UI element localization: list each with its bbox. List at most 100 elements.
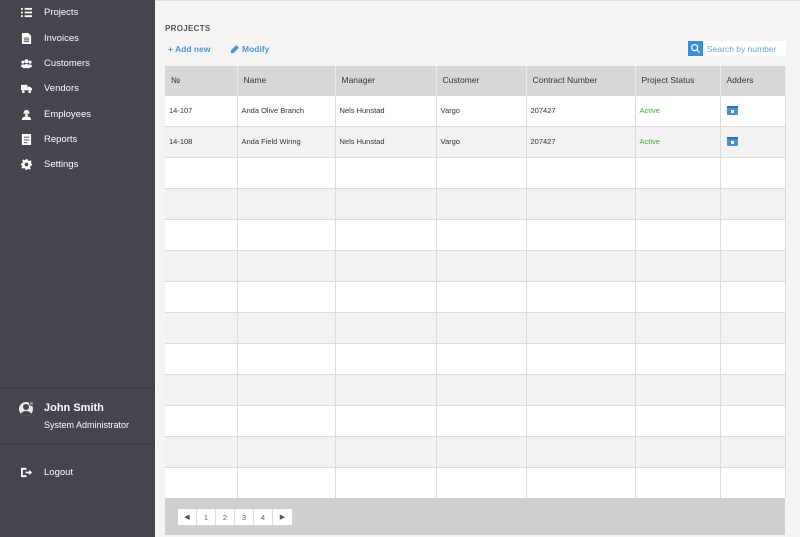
online-status-icon (29, 401, 34, 406)
empty-cell (526, 187, 636, 219)
page-button[interactable]: 1 (197, 509, 216, 525)
empty-cell (635, 373, 721, 405)
empty-cell (635, 187, 721, 219)
empty-cell (237, 373, 336, 405)
empty-cell (335, 156, 437, 188)
sidebar: Projects Invoices Customers Vendors Empl… (0, 0, 155, 537)
sidebar-item-label: Vendors (44, 83, 79, 94)
empty-cell (165, 280, 238, 312)
empty-cell (237, 249, 336, 281)
sidebar-item-label: Invoices (44, 33, 79, 44)
empty-cell (720, 187, 786, 219)
search-input[interactable] (703, 41, 786, 56)
empty-cell (526, 466, 636, 498)
table-row-empty (165, 311, 786, 343)
next-page-button[interactable]: ▶ (273, 509, 292, 525)
column-header-name[interactable]: Name (237, 66, 336, 95)
empty-cell (635, 311, 721, 343)
empty-cell (635, 280, 721, 312)
column-header-contract-number[interactable]: Contract Number (526, 66, 636, 95)
logout-label: Logout (44, 467, 74, 478)
sidebar-item-vendors[interactable]: Vendors (0, 76, 155, 101)
user-name: John Smith (44, 402, 104, 414)
empty-cell (436, 373, 527, 405)
empty-cell (436, 218, 527, 250)
empty-cell (335, 373, 437, 405)
empty-cell (526, 156, 636, 188)
worker-icon (20, 109, 32, 121)
search-icon[interactable] (688, 41, 703, 56)
sidebar-item-projects[interactable]: Projects (0, 0, 155, 25)
list-icon (20, 7, 32, 19)
empty-cell (526, 435, 636, 467)
user-profile[interactable]: John Smith System Administrator (0, 387, 155, 445)
sidebar-item-employees[interactable]: Employees (0, 102, 155, 127)
cell-status: Active (635, 94, 721, 126)
empty-cell (526, 373, 636, 405)
adders-icon[interactable] (726, 106, 738, 116)
prev-page-button[interactable]: ◀ (178, 509, 197, 525)
adders-icon[interactable] (726, 137, 738, 147)
column-header-number[interactable]: № (165, 66, 238, 95)
empty-cell (237, 404, 336, 436)
sidebar-item-label: Reports (44, 134, 78, 145)
cell-number: 14-107 (165, 94, 238, 126)
empty-cell (237, 466, 336, 498)
logout-icon (20, 467, 32, 479)
empty-cell (720, 280, 786, 312)
table-row-empty (165, 404, 786, 436)
table-row[interactable]: 14-107 Anda Olive Branch Nels Hunstad Va… (165, 94, 786, 126)
empty-cell (335, 435, 437, 467)
table-footer: ◀ 1 2 3 4 ▶ (165, 498, 785, 535)
empty-cell (165, 249, 238, 281)
pagination: ◀ 1 2 3 4 ▶ (178, 509, 292, 525)
empty-cell (237, 218, 336, 250)
sidebar-item-label: Settings (44, 159, 79, 170)
sidebar-item-customers[interactable]: Customers (0, 51, 155, 76)
empty-cell (165, 435, 238, 467)
modify-label: Modify (242, 44, 270, 54)
modify-button[interactable]: Modify (230, 44, 269, 54)
empty-cell (237, 342, 336, 374)
add-new-label: + Add new (168, 44, 211, 54)
empty-cell (335, 404, 437, 436)
table-row[interactable]: 14-108 Anda Field Wiring Nels Hunstad Va… (165, 125, 786, 157)
cell-manager: Nels Hunstad (335, 125, 437, 157)
empty-cell (436, 249, 527, 281)
empty-cell (335, 342, 437, 374)
gear-icon (20, 159, 32, 171)
column-header-project-status[interactable]: Project Status (635, 66, 721, 95)
cell-name: Anda Olive Branch (237, 94, 336, 126)
empty-cell (165, 156, 238, 188)
add-new-button[interactable]: + Add new (168, 44, 210, 54)
empty-cell (526, 218, 636, 250)
cell-adders (720, 125, 786, 157)
page-button[interactable]: 4 (254, 509, 273, 525)
empty-cell (720, 373, 786, 405)
empty-cell (335, 218, 437, 250)
sidebar-item-reports[interactable]: Reports (0, 127, 155, 152)
empty-cell (720, 435, 786, 467)
page-button[interactable]: 3 (235, 509, 254, 525)
sidebar-item-settings[interactable]: Settings (0, 152, 155, 177)
sidebar-item-label: Customers (44, 58, 90, 69)
table-row-empty (165, 249, 786, 281)
empty-cell (436, 466, 527, 498)
empty-cell (165, 187, 238, 219)
empty-cell (635, 435, 721, 467)
cell-status: Active (635, 125, 721, 157)
column-header-customer[interactable]: Customer (436, 66, 527, 95)
empty-cell (720, 404, 786, 436)
column-header-manager[interactable]: Manager (335, 66, 437, 95)
page-button[interactable]: 2 (216, 509, 235, 525)
logout-button[interactable]: Logout (0, 460, 155, 485)
empty-cell (436, 280, 527, 312)
empty-cell (720, 342, 786, 374)
cell-adders (720, 94, 786, 126)
empty-cell (237, 435, 336, 467)
table-row-empty (165, 218, 786, 250)
sidebar-item-label: Projects (44, 7, 79, 18)
projects-table: № Name Manager Customer Contract Number … (165, 66, 786, 498)
sidebar-item-invoices[interactable]: Invoices (0, 26, 155, 51)
column-header-adders[interactable]: Adders (720, 66, 786, 95)
